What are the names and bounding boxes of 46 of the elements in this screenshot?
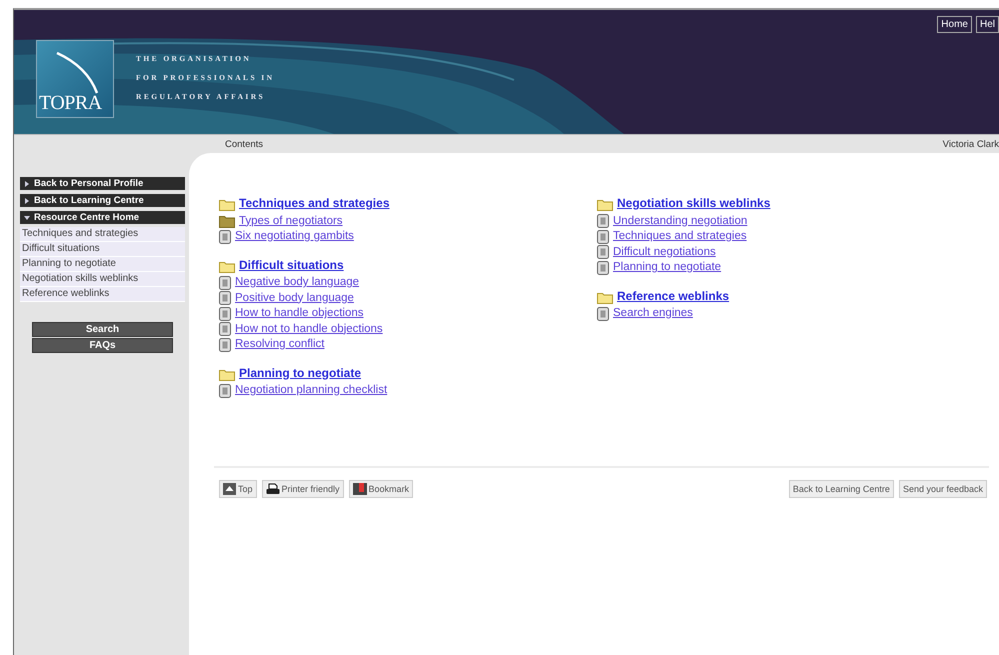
sidebar-button[interactable]: FAQs <box>32 338 173 353</box>
collapsed-arrow-icon <box>24 198 30 204</box>
page-link[interactable]: How not to handle objections <box>235 322 383 337</box>
page-link[interactable]: Resolving conflict <box>235 337 324 352</box>
section-link[interactable]: Difficult situations <box>239 258 344 273</box>
sidebar-item[interactable]: Difficult situations <box>20 242 185 257</box>
page-link[interactable]: Positive body language <box>235 290 354 306</box>
user-name: Victoria Clark <box>942 138 999 150</box>
toolbar-button[interactable]: Bookmark <box>348 480 414 498</box>
sidebar-item[interactable]: Reference weblinks <box>20 287 185 302</box>
sidebar-nav-button[interactable]: Back to Personal Profile <box>20 177 185 190</box>
sidebar-nav-button[interactable]: Back to Learning Centre <box>20 194 185 207</box>
page-link[interactable]: How to handle objections <box>235 306 364 322</box>
header-button[interactable]: Hel <box>976 16 999 33</box>
expanded-arrow-icon <box>24 214 30 220</box>
page-link[interactable]: Techniques and strategies <box>613 229 747 244</box>
page-link[interactable]: Search engines <box>613 306 693 322</box>
folder-icon <box>219 368 235 381</box>
page-link[interactable]: Planning to negotiate <box>613 260 722 276</box>
folder-icon <box>597 198 613 212</box>
sidebar-button[interactable]: Search <box>32 322 173 337</box>
footer-button[interactable]: Back to Learning Centre <box>788 480 894 498</box>
page-link[interactable]: Six negotiating gambits <box>235 229 354 244</box>
contents-title: Contents <box>225 138 264 150</box>
section-link[interactable]: Reference weblinks <box>617 288 730 304</box>
toolbar-button[interactable]: Top <box>219 480 257 498</box>
sidebar-item[interactable]: Planning to negotiate <box>20 257 185 272</box>
sidebar-item[interactable]: Negotiation skills weblinks <box>20 272 185 287</box>
section-link[interactable]: Planning to negotiate <box>239 366 361 381</box>
header-button[interactable]: Home <box>937 16 972 33</box>
page-link[interactable]: Negotiation planning checklist <box>235 383 388 398</box>
page-link[interactable]: Understanding negotiation <box>613 214 748 229</box>
folder-icon <box>219 198 235 212</box>
folder-icon <box>597 290 613 304</box>
page-link[interactable]: Difficult negotiations <box>613 244 716 260</box>
folder-icon <box>219 260 235 273</box>
footer-button[interactable]: Send your feedback <box>898 480 987 498</box>
section-link[interactable]: Techniques and strategies <box>239 196 390 212</box>
topra-logo[interactable]: TOPRA <box>36 40 114 118</box>
sidebar-nav-button[interactable]: Resource Centre Home <box>20 211 185 224</box>
sidebar-item[interactable]: Techniques and strategies <box>20 227 185 242</box>
page-link[interactable]: Negative body language <box>235 275 360 290</box>
section-link[interactable]: Negotiation skills weblinks <box>617 196 770 212</box>
page-link[interactable]: Types of negotiators <box>239 214 343 229</box>
collapsed-arrow-icon <box>24 180 30 186</box>
toolbar-button[interactable]: Printer friendly <box>262 480 344 498</box>
